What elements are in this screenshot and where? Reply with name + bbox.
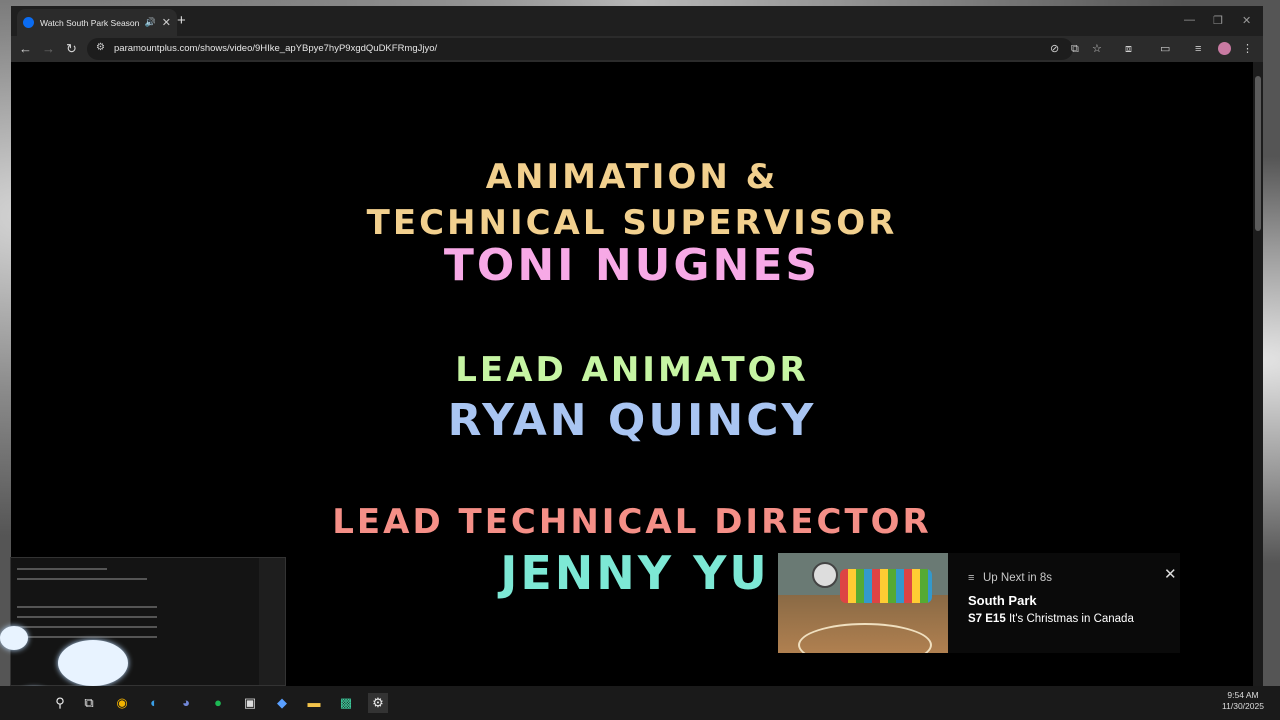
clock[interactable]: 9:54 AM 11/30/2025: [1212, 690, 1274, 712]
cast-icon[interactable]: ▭: [1160, 42, 1170, 56]
court-line: [798, 623, 932, 653]
cloud-sticker: [58, 640, 128, 686]
up-next-thumbnail[interactable]: [778, 553, 948, 653]
reading-list-icon[interactable]: ≡: [1195, 42, 1201, 56]
close-tab-icon[interactable]: ✕: [162, 16, 171, 29]
extensions-icon[interactable]: ⧈: [1125, 42, 1132, 56]
text-line: [17, 568, 107, 570]
bookmark-star-icon[interactable]: ☆: [1092, 42, 1102, 56]
search-icon[interactable]: ⚲: [50, 693, 70, 713]
minimize-icon[interactable]: —: [1184, 14, 1195, 26]
clock-time: 9:54 AM: [1227, 690, 1259, 700]
spotify-icon[interactable]: ●: [208, 693, 228, 713]
chrome-icon[interactable]: ◉: [112, 693, 132, 713]
up-next-card[interactable]: ≡ Up Next in 8s South Park S7 E15 It's C…: [778, 553, 1180, 653]
paramount-favicon-icon: [23, 17, 34, 28]
speaker-icon[interactable]: 🔊: [145, 17, 156, 28]
up-next-show-title: South Park: [968, 593, 1037, 608]
tab-title: Watch South Park Season 7: [40, 17, 139, 28]
queue-icon: ≡: [968, 572, 975, 584]
discord-icon[interactable]: ◕: [176, 693, 196, 713]
task-view-icon[interactable]: ⧉: [79, 693, 99, 713]
eye-off-icon[interactable]: ⊘: [1050, 42, 1059, 56]
episode-title: It's Christmas in Canada: [1008, 613, 1134, 625]
back-icon[interactable]: ←: [19, 40, 32, 58]
overlay-sidebar: [259, 558, 285, 685]
app-icon[interactable]: ◆: [272, 693, 292, 713]
text-line: [17, 626, 157, 628]
url-text[interactable]: paramountplus.com/shows/video/9HIke_apYB…: [114, 43, 437, 54]
new-tab-button[interactable]: +: [177, 12, 186, 30]
browser-toolbar: ← → ↻ ⚙ paramountplus.com/shows/video/9H…: [11, 36, 1263, 62]
clock-date: 11/30/2025: [1222, 701, 1264, 711]
up-next-countdown: Up Next in 8s: [983, 572, 1053, 584]
browser-tab[interactable]: Watch South Park Season 7 🔊 ✕: [17, 9, 177, 36]
install-app-icon[interactable]: ⧉: [1071, 42, 1079, 56]
close-up-next-icon[interactable]: ✕: [1164, 565, 1177, 583]
text-line: [17, 616, 157, 618]
text-line: [17, 636, 157, 638]
forward-icon[interactable]: →: [42, 40, 55, 58]
edge-icon[interactable]: ◐: [144, 693, 164, 713]
text-line: [17, 606, 157, 608]
address-bar[interactable]: ⚙ paramountplus.com/shows/video/9HIke_ap…: [87, 38, 1073, 60]
site-info-icon[interactable]: ⚙: [96, 42, 105, 53]
reload-icon[interactable]: ↻: [66, 40, 77, 58]
restore-icon[interactable]: ❐: [1213, 14, 1223, 27]
scrollbar-thumb[interactable]: [1255, 76, 1261, 231]
credit-name-ryan-quincy: RYAN QUINCY: [447, 395, 817, 446]
close-window-icon[interactable]: ✕: [1242, 14, 1251, 27]
cloud-sticker: [0, 626, 28, 650]
file-explorer-icon[interactable]: ▬: [304, 693, 324, 713]
menu-dots-icon[interactable]: ⋮: [1242, 42, 1253, 56]
profile-avatar[interactable]: [1218, 42, 1231, 55]
taskbar: ⚲ ⧉ ◉ ◐ ◕ ● ▣ ◆ ▬ ▩ ⚙ 9:54 AM 11/30/2025: [0, 686, 1280, 720]
overlay-window[interactable]: [10, 557, 286, 686]
tab-bar: Watch South Park Season 7 🔊 ✕ + — ❐ ✕: [11, 6, 1263, 36]
up-next-episode: S7 E15 It's Christmas in Canada: [968, 613, 1134, 625]
credit-role-lead-technical-director: LEAD TECHNICAL DIRECTOR: [332, 502, 932, 542]
credit-name-toni-nugnes: TONI NUGNES: [443, 240, 821, 291]
page-scrollbar[interactable]: [1253, 62, 1263, 687]
choir-group: [840, 569, 932, 603]
settings-icon[interactable]: ⚙: [368, 693, 388, 713]
episode-code: S7 E15: [968, 613, 1006, 625]
app-green-icon[interactable]: ▩: [336, 693, 356, 713]
credit-role-lead-animator: LEAD ANIMATOR: [455, 350, 809, 390]
text-line: [17, 578, 147, 580]
seal-emblem: [812, 562, 838, 588]
store-icon[interactable]: ▣: [240, 693, 260, 713]
credit-role-animation-supervisor: ANIMATION & TECHNICAL SUPERVISOR: [366, 157, 898, 243]
